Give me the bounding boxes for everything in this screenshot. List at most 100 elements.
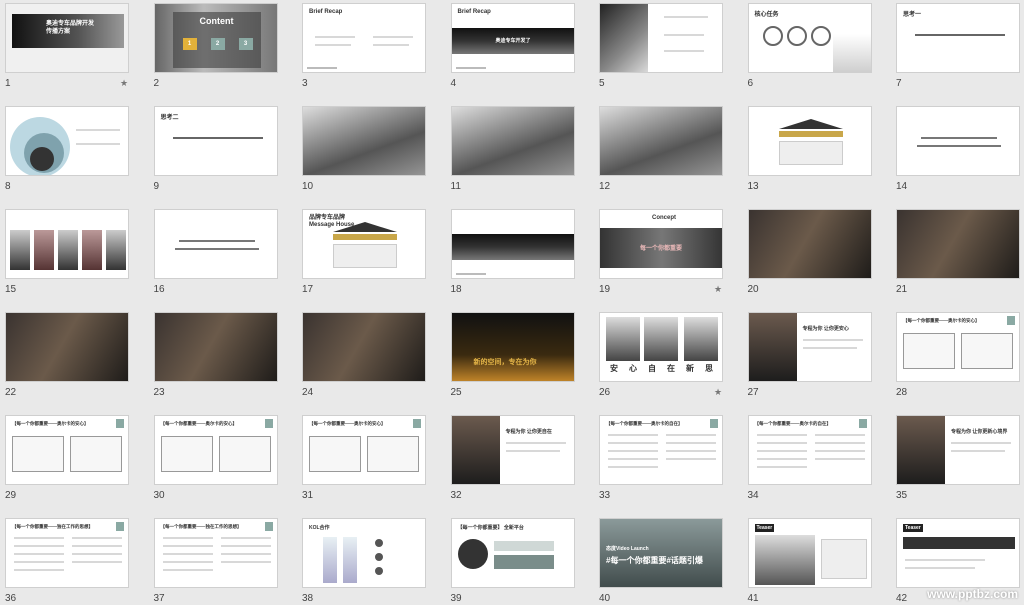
slide-thumbnail-17[interactable]: 品牌专车品牌 Message House 17 [297, 209, 427, 313]
slide-thumbnail-25[interactable]: 新的空间，专在为你 25 [446, 312, 576, 416]
slide-preview[interactable]: 【每一个你都重要——奥尔卡的安心】 [153, 415, 278, 485]
slide-preview[interactable]: 【每一个你都重要】 全新平台 [450, 518, 575, 588]
slide-thumbnail-10[interactable]: 10 [297, 106, 427, 210]
slide-preview[interactable]: 思考一 [896, 3, 1020, 73]
slide-thumbnail-28[interactable]: 【每一个你都重要——奥尔卡的安心】 28 [891, 312, 1021, 416]
slide-thumbnail-2[interactable]: Content 1 2 3 2 [149, 3, 279, 107]
slide-thumbnail-18[interactable]: 18 [446, 209, 576, 313]
slide-thumbnail-29[interactable]: 【每一个你都重要——奥尔卡的安心】 29 [0, 415, 130, 519]
slide-thumbnail-31[interactable]: 【每一个你都重要——奥尔卡的安心】 31 [297, 415, 427, 519]
slide-preview[interactable]: 思考二 [153, 106, 278, 176]
watermark-text: www.pptbz.com [927, 587, 1018, 601]
slide-preview[interactable]: 专程为你 让你更安心 [747, 312, 872, 382]
slide-thumbnail-12[interactable]: 12 [594, 106, 724, 210]
slide-number: 21 [896, 284, 908, 295]
slide-preview[interactable] [450, 106, 575, 176]
slide-thumbnail-14[interactable]: 14 [891, 106, 1021, 210]
slide-title: Concept [652, 215, 676, 221]
slide-thumbnail-22[interactable]: 22 [0, 312, 130, 416]
slide-caption: 专程为你 让你更新心境界 [951, 429, 1008, 435]
slide-thumbnail-36[interactable]: 【每一个你都重要——独在工作的思想】 36 [0, 518, 130, 605]
slide-thumbnail-32[interactable]: 专程为你 让你更自在 32 [446, 415, 576, 519]
slide-preview[interactable] [896, 106, 1020, 176]
slide-preview[interactable]: 品牌专车品牌 Message House [302, 209, 426, 279]
slide-thumbnail-6[interactable]: 核心任务 6 [743, 3, 873, 107]
slide-preview[interactable] [153, 209, 278, 279]
slide-preview[interactable]: 【每一个你都重要——奥尔卡的安心】 [5, 415, 129, 485]
slide-thumbnail-26[interactable]: 安 心 自 在 新 思 26 ★ [594, 312, 724, 416]
slide-thumbnail-13[interactable]: 13 [743, 106, 873, 210]
slide-thumbnail-39[interactable]: 【每一个你都重要】 全新平台 39 [446, 518, 576, 605]
portrait-char: 自 [648, 364, 656, 373]
slide-thumbnail-27[interactable]: 专程为你 让你更安心 27 [743, 312, 873, 416]
slide-preview[interactable]: Brief Recap [302, 3, 426, 73]
slide-thumbnail-24[interactable]: 24 [297, 312, 427, 416]
slide-preview[interactable]: 【每一个你都重要——奥尔卡的自在】 [599, 415, 723, 485]
slide-thumbnail-8[interactable]: 8 [0, 106, 130, 210]
slide-thumbnail-40[interactable]: 态度Video Launch #每一个你都重要#话题引爆 40 [594, 518, 724, 605]
slide-thumbnail-38[interactable]: KOL合作 38 [297, 518, 427, 605]
slide-thumbnail-15[interactable]: 15 [0, 209, 130, 313]
slide-number: 6 [747, 78, 754, 89]
slide-preview[interactable] [599, 106, 723, 176]
slide-preview[interactable]: 安心自在新思 [599, 312, 723, 382]
slide-thumbnail-33[interactable]: 【每一个你都重要——奥尔卡的自在】 33 [594, 415, 724, 519]
slide-preview[interactable]: KOL合作 [302, 518, 426, 588]
slide-thumbnail-19[interactable]: Concept 每一个你都重要 19 ★ [594, 209, 724, 313]
slide-thumbnail-30[interactable]: 【每一个你都重要——奥尔卡的安心】 30 [149, 415, 279, 519]
slide-title: 【每一个你都重要——独在工作的思想】 [12, 524, 93, 529]
slide-preview[interactable]: 专程为你 让你更新心境界 [896, 415, 1020, 485]
slide-preview[interactable]: 【每一个你都重要——奥尔卡的自在】 [747, 415, 872, 485]
slide-thumbnail-41[interactable]: Teaser 41 [743, 518, 873, 605]
slide-preview[interactable]: Concept 每一个你都重要 [599, 209, 723, 279]
slide-preview[interactable] [153, 312, 278, 382]
slide-thumbnail-9[interactable]: 思考二 9 [149, 106, 279, 210]
slide-preview[interactable] [747, 106, 872, 176]
slide-thumbnail-4[interactable]: Brief Recap 奥迪专车开发了 4 [446, 3, 576, 107]
slide-thumbnail-37[interactable]: 【每一个你都重要——独在工作的思想】 37 [149, 518, 279, 605]
slide-title: Brief Recap [309, 9, 343, 15]
slide-preview[interactable]: 【每一个你都重要——独在工作的思想】 [5, 518, 129, 588]
slide-thumbnail-20[interactable]: 20 [743, 209, 873, 313]
slide-preview[interactable]: 核心任务 [747, 3, 872, 73]
slide-title: 核心任务 [754, 12, 779, 18]
slide-thumbnail-34[interactable]: 【每一个你都重要——奥尔卡的自在】 34 [743, 415, 873, 519]
slide-thumbnail-21[interactable]: 21 [891, 209, 1021, 313]
slide-number: 1 [5, 78, 11, 89]
slide-preview[interactable] [450, 209, 575, 279]
slide-thumbnail-11[interactable]: 11 [446, 106, 576, 210]
slide-preview[interactable] [896, 209, 1020, 279]
slide-preview[interactable] [302, 106, 426, 176]
slide-thumbnail-16[interactable]: 16 [149, 209, 279, 313]
slide-thumbnail-23[interactable]: 23 [149, 312, 279, 416]
slide-preview[interactable] [5, 209, 129, 279]
slide-thumbnail-35[interactable]: 专程为你 让你更新心境界 35 [891, 415, 1021, 519]
slide-preview[interactable] [599, 3, 723, 73]
animation-star-icon: ★ [714, 387, 723, 397]
slide-preview[interactable] [747, 209, 872, 279]
slide-preview[interactable]: 新的空间，专在为你 [450, 312, 575, 382]
slide-title: 【每一个你都重要——奥尔卡的自在】 [606, 421, 683, 426]
slide-preview[interactable]: 态度Video Launch #每一个你都重要#话题引爆 [599, 518, 723, 588]
slide-preview[interactable]: Brief Recap 奥迪专车开发了 [450, 3, 575, 73]
slide-preview[interactable]: 奥迪专车品牌开发 传播方案 [5, 3, 129, 73]
content-item: 3 [238, 38, 253, 50]
slide-thumbnail-5[interactable]: 5 [594, 3, 724, 107]
slide-preview[interactable]: 【每一个你都重要——独在工作的思想】 [153, 518, 278, 588]
slide-title: 奥迪专车品牌开发 传播方案 [46, 21, 95, 35]
slide-preview[interactable]: 【每一个你都重要——奥尔卡的安心】 [302, 415, 426, 485]
slide-thumbnail-1[interactable]: 奥迪专车品牌开发 传播方案 1 ★ [0, 3, 130, 107]
slide-preview[interactable] [302, 312, 426, 382]
slide-thumbnail-7[interactable]: 思考一 7 [891, 3, 1021, 107]
slide-preview[interactable]: Teaser [747, 518, 872, 588]
slide-preview[interactable]: 【每一个你都重要——奥尔卡的安心】 [896, 312, 1020, 382]
slide-number: 27 [747, 387, 759, 398]
slide-title: 【每一个你都重要——奥尔卡的安心】 [160, 421, 238, 426]
slide-preview[interactable]: Teaser [896, 518, 1020, 588]
slide-preview[interactable] [5, 312, 129, 382]
slide-preview[interactable]: Content 1 2 3 [153, 3, 278, 73]
slide-preview[interactable]: 专程为你 让你更自在 [450, 415, 575, 485]
slide-number: 41 [747, 593, 759, 604]
slide-preview[interactable] [5, 106, 129, 176]
slide-thumbnail-3[interactable]: Brief Recap 3 [297, 3, 427, 107]
